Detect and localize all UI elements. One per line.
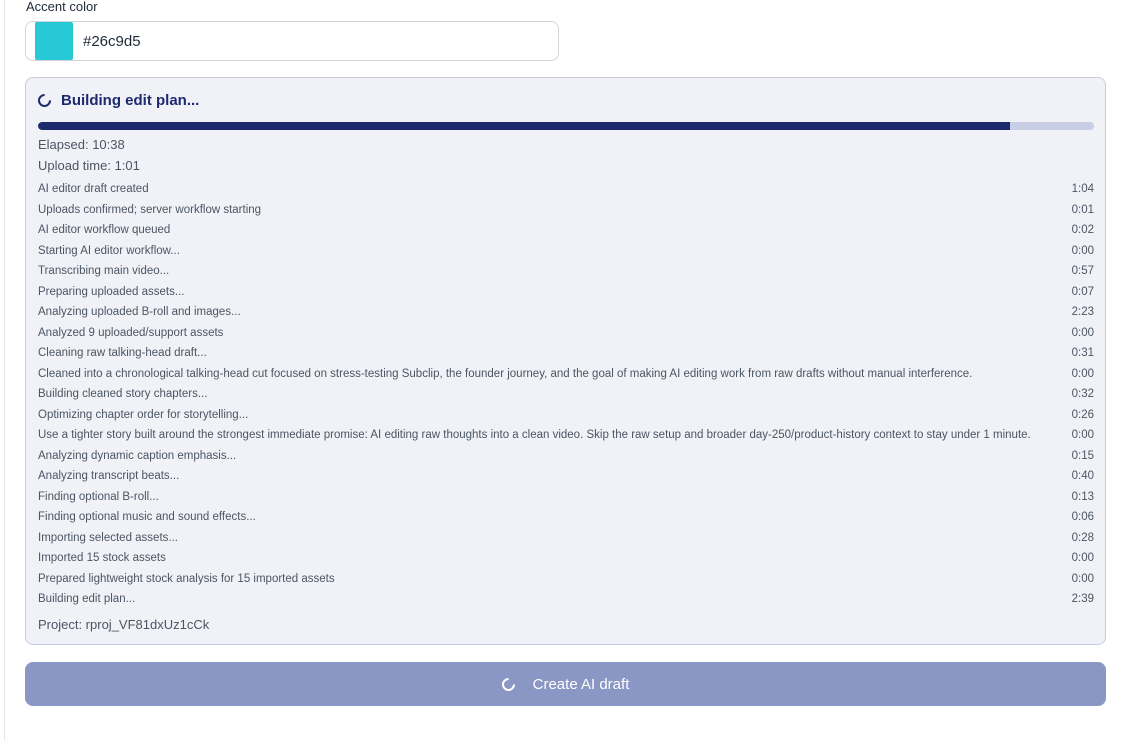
step-duration: 0:06 <box>1071 511 1094 524</box>
step-duration: 0:13 <box>1071 490 1094 503</box>
step-row: Finding optional B-roll... 0:13 <box>38 487 1094 508</box>
step-row: Use a tighter story built around the str… <box>38 425 1094 446</box>
loading-spinner-icon <box>498 674 518 694</box>
step-row: Analyzed 9 uploaded/support assets 0:00 <box>38 323 1094 344</box>
step-label: Finding optional B-roll... <box>38 490 159 503</box>
step-label: Finding optional music and sound effects… <box>38 511 256 524</box>
step-duration: 1:04 <box>1071 183 1094 196</box>
step-duration: 0:00 <box>1071 367 1094 380</box>
step-row: AI editor workflow queued 0:02 <box>38 220 1094 241</box>
step-label: Analyzed 9 uploaded/support assets <box>38 326 224 339</box>
step-log: AI editor draft created 1:04 Uploads confi… <box>38 179 1094 610</box>
step-label: Starting AI editor workflow... <box>38 244 180 257</box>
step-duration: 0:02 <box>1071 224 1094 237</box>
step-duration: 0:00 <box>1071 552 1094 565</box>
step-row: Optimizing chapter order for storytellin… <box>38 405 1094 426</box>
step-row: Analyzing uploaded B-roll and images... 2… <box>38 302 1094 323</box>
step-duration: 0:00 <box>1071 326 1094 339</box>
step-duration: 0:00 <box>1071 429 1094 442</box>
step-label: Transcribing main video... <box>38 265 170 278</box>
accent-color-field[interactable]: #26c9d5 <box>25 21 559 61</box>
step-row: Analyzing transcript beats... 0:40 <box>38 466 1094 487</box>
step-label: Prepared lightweight stock analysis for … <box>38 572 335 585</box>
step-duration: 0:26 <box>1071 408 1094 421</box>
status-title: Building edit plan... <box>61 92 200 109</box>
step-label: Cleaned into a chronological talking-hea… <box>38 367 973 380</box>
step-label: Preparing uploaded assets... <box>38 285 185 298</box>
progress-bar-fill <box>38 122 1010 130</box>
step-row: Cleaned into a chronological talking-hea… <box>38 364 1094 385</box>
loading-spinner-icon <box>35 91 54 110</box>
step-row: Cleaning raw talking-head draft... 0:31 <box>38 343 1094 364</box>
step-row: Imported 15 stock assets 0:00 <box>38 548 1094 569</box>
step-label: Building edit plan... <box>38 593 136 606</box>
step-duration: 0:00 <box>1071 572 1094 585</box>
create-ai-draft-button[interactable]: Create AI draft <box>25 662 1106 706</box>
step-duration: 0:15 <box>1071 449 1094 462</box>
status-header: Building edit plan... <box>35 91 200 110</box>
step-duration: 0:07 <box>1071 285 1094 298</box>
step-row: Transcribing main video... 0:57 <box>38 261 1094 282</box>
step-row: AI editor draft created 1:04 <box>38 179 1094 200</box>
step-label: Use a tighter story built around the str… <box>38 429 1031 442</box>
accent-color-swatch[interactable] <box>35 22 73 60</box>
step-row: Starting AI editor workflow... 0:00 <box>38 241 1094 262</box>
step-label: Analyzing dynamic caption emphasis... <box>38 449 237 462</box>
step-label: Optimizing chapter order for storytellin… <box>38 408 249 421</box>
step-duration: 0:31 <box>1071 347 1094 360</box>
create-ai-draft-label: Create AI draft <box>532 675 630 693</box>
page-divider <box>4 0 5 741</box>
step-duration: 2:23 <box>1071 306 1094 319</box>
step-label: Analyzing uploaded B-roll and images... <box>38 306 241 319</box>
step-row: Building edit plan... 2:39 <box>38 589 1094 610</box>
upload-time: Upload time: 1:01 <box>38 158 140 173</box>
step-label: Importing selected assets... <box>38 531 178 544</box>
step-duration: 0:01 <box>1071 203 1094 216</box>
step-row: Preparing uploaded assets... 0:07 <box>38 282 1094 303</box>
step-duration: 0:32 <box>1071 388 1094 401</box>
progress-panel: Building edit plan... Elapsed: 10:38 Upl… <box>25 77 1106 645</box>
accent-color-label: Accent color <box>26 0 98 14</box>
step-label: Analyzing transcript beats... <box>38 470 180 483</box>
step-duration: 0:28 <box>1071 531 1094 544</box>
step-duration: 0:00 <box>1071 244 1094 257</box>
step-row: Uploads confirmed; server workflow start… <box>38 200 1094 221</box>
elapsed-time: Elapsed: 10:38 <box>38 137 125 152</box>
step-label: Uploads confirmed; server workflow start… <box>38 203 262 216</box>
step-row: Importing selected assets... 0:28 <box>38 528 1094 549</box>
progress-bar <box>38 122 1094 130</box>
step-label: Cleaning raw talking-head draft... <box>38 347 207 360</box>
step-duration: 0:57 <box>1071 265 1094 278</box>
step-row: Prepared lightweight stock analysis for … <box>38 569 1094 590</box>
step-row: Building cleaned story chapters... 0:32 <box>38 384 1094 405</box>
step-duration: 2:39 <box>1071 593 1094 606</box>
step-row: Analyzing dynamic caption emphasis... 0:1… <box>38 446 1094 467</box>
step-label: AI editor workflow queued <box>38 224 171 237</box>
step-row: Finding optional music and sound effects… <box>38 507 1094 528</box>
step-label: Imported 15 stock assets <box>38 552 166 565</box>
step-label: AI editor draft created <box>38 183 149 196</box>
step-label: Building cleaned story chapters... <box>38 388 208 401</box>
accent-color-value[interactable]: #26c9d5 <box>83 33 141 50</box>
step-duration: 0:40 <box>1071 470 1094 483</box>
project-id: Project: rproj_VF81dxUz1cCk <box>38 617 210 632</box>
